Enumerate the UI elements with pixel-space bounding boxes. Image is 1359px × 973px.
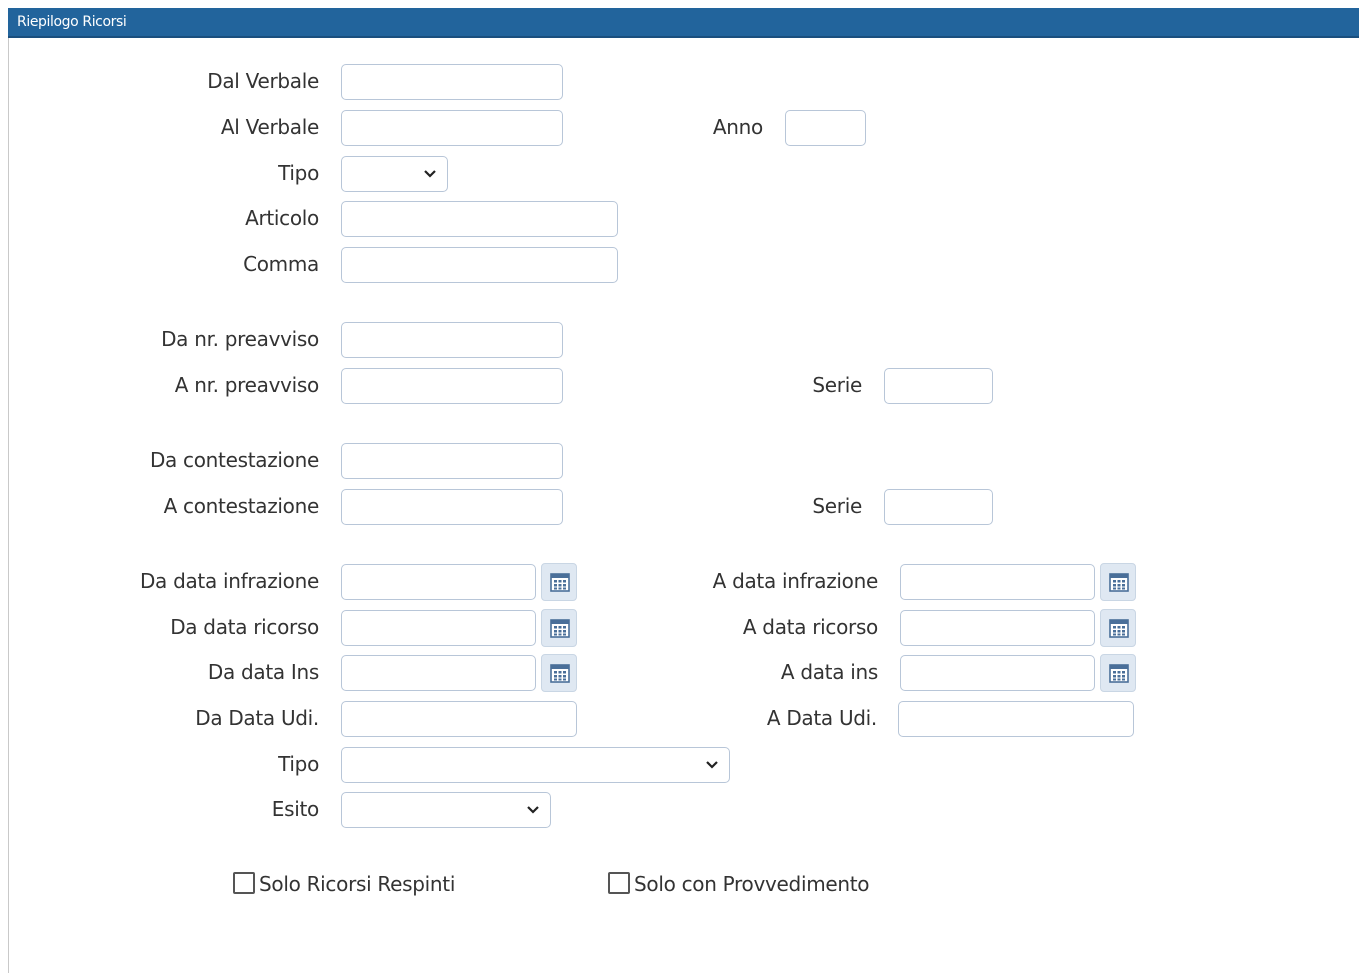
articolo-input[interactable] (341, 201, 618, 237)
calendar-icon (1109, 664, 1129, 683)
da-nr-preavviso-label: Da nr. preavviso (161, 327, 319, 351)
da-data-udi-input[interactable] (341, 701, 577, 737)
a-nr-preavviso-label: A nr. preavviso (174, 373, 320, 397)
solo-ricorsi-respinti-checkbox[interactable] (233, 872, 255, 894)
tipo-ricorso-label: Tipo (278, 752, 319, 776)
da-nr-preavviso-input[interactable] (341, 322, 563, 358)
a-data-ins-input[interactable] (900, 655, 1095, 691)
calendar-icon (550, 619, 570, 638)
serie-preavviso-label: Serie (812, 373, 862, 397)
esito-label: Esito (271, 797, 320, 821)
al-verbale-label: Al Verbale (220, 115, 319, 139)
calendar-icon (1109, 619, 1129, 638)
comma-input[interactable] (341, 247, 618, 283)
a-data-infrazione-label: A data infrazione (712, 569, 879, 593)
calendar-icon (1109, 573, 1129, 592)
a-data-ins-calendar-button[interactable] (1100, 654, 1136, 692)
a-data-udi-input[interactable] (898, 701, 1134, 737)
da-data-infrazione-label: Da data infrazione (139, 569, 319, 593)
da-data-udi-label: Da Data Udi. (195, 706, 319, 730)
esito-select[interactable] (341, 792, 551, 828)
serie-contestazione-label: Serie (812, 494, 862, 518)
anno-input[interactable] (785, 110, 866, 146)
solo-ricorsi-respinti-label: Solo Ricorsi Respinti (259, 872, 456, 896)
dal-verbale-label: Dal Verbale (207, 69, 319, 93)
calendar-icon (550, 664, 570, 683)
a-data-infrazione-input[interactable] (900, 564, 1095, 600)
tipo-verbale-label: Tipo (278, 161, 319, 185)
anno-label: Anno (712, 115, 763, 139)
a-data-ricorso-calendar-button[interactable] (1100, 609, 1136, 647)
da-data-ins-label: Da data Ins (207, 660, 319, 684)
a-contestazione-input[interactable] (341, 489, 563, 525)
serie-contestazione-input[interactable] (884, 489, 993, 525)
solo-con-provvedimento-label: Solo con Provvedimento (634, 872, 870, 896)
chevron-down-icon (424, 170, 436, 178)
a-data-ricorso-label: A data ricorso (742, 615, 878, 639)
da-contestazione-label: Da contestazione (149, 448, 319, 472)
dal-verbale-input[interactable] (341, 64, 563, 100)
chevron-down-icon (706, 761, 718, 769)
da-data-ricorso-input[interactable] (341, 610, 536, 646)
da-data-ricorso-calendar-button[interactable] (541, 609, 577, 647)
a-data-ins-label: A data ins (780, 660, 878, 684)
da-data-infrazione-input[interactable] (341, 564, 536, 600)
al-verbale-input[interactable] (341, 110, 563, 146)
articolo-label: Articolo (245, 206, 319, 230)
a-contestazione-label: A contestazione (163, 494, 320, 518)
a-data-udi-label: A Data Udi. (766, 706, 877, 730)
form-panel (8, 8, 1359, 973)
window-title: Riepilogo Ricorsi (17, 14, 127, 30)
chevron-down-icon (527, 806, 539, 814)
da-data-ins-input[interactable] (341, 655, 536, 691)
a-data-infrazione-calendar-button[interactable] (1100, 563, 1136, 601)
tipo-verbale-select[interactable] (341, 156, 448, 192)
a-data-ricorso-input[interactable] (900, 610, 1095, 646)
da-data-ins-calendar-button[interactable] (541, 654, 577, 692)
da-contestazione-input[interactable] (341, 443, 563, 479)
tipo-ricorso-select[interactable] (341, 747, 730, 783)
comma-label: Comma (243, 252, 319, 276)
da-data-ricorso-label: Da data ricorso (170, 615, 319, 639)
da-data-infrazione-calendar-button[interactable] (541, 563, 577, 601)
window-titlebar: Riepilogo Ricorsi (8, 8, 1359, 38)
serie-preavviso-input[interactable] (884, 368, 993, 404)
solo-con-provvedimento-checkbox[interactable] (608, 872, 630, 894)
calendar-icon (550, 573, 570, 592)
a-nr-preavviso-input[interactable] (341, 368, 563, 404)
